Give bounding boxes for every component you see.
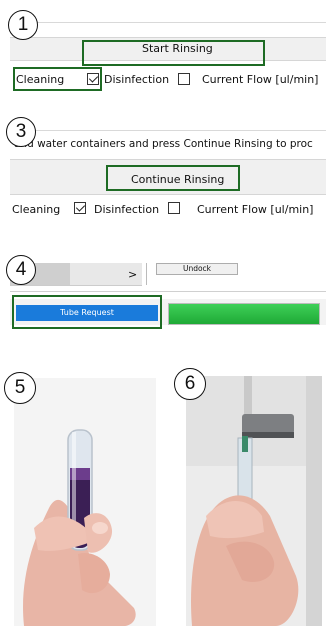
cleaning-checkbox[interactable]	[74, 202, 86, 214]
continue-rinsing-panel: and water containers and press Continue …	[10, 130, 326, 223]
current-flow-label: Current Flow [ul/min]	[202, 73, 319, 86]
cleaning-label: Cleaning	[16, 73, 65, 86]
cleaning-checkbox[interactable]	[87, 73, 99, 85]
progress-bar-track	[168, 303, 320, 325]
test-tube-photo	[14, 378, 156, 626]
rinsing-panel: Start Rinsing Cleaning Disinfection Curr…	[10, 22, 326, 91]
disinfection-checkbox[interactable]	[178, 73, 190, 85]
divider	[146, 263, 147, 285]
tube-holder-photo	[186, 376, 322, 626]
undock-label: Undock	[182, 264, 212, 273]
step-number-3: 3	[6, 117, 36, 147]
disinfection-label: Disinfection	[94, 203, 160, 216]
scroll-right-arrow[interactable]: >	[128, 268, 137, 281]
tube-request-panel: > Undock Tube Request	[10, 263, 326, 331]
progress-bar-fill	[169, 304, 319, 324]
instruction-text: and water containers and press Continue …	[14, 138, 313, 150]
step-number-1: 1	[8, 10, 38, 40]
highlight-frame	[82, 40, 265, 66]
disinfection-checkbox[interactable]	[168, 202, 180, 214]
divider	[10, 291, 326, 292]
undock-button[interactable]: Undock	[156, 263, 238, 275]
step-number-5: 5	[4, 372, 36, 404]
highlight-frame	[12, 295, 162, 329]
current-flow-label: Current Flow [ul/min]	[197, 203, 314, 216]
disinfection-label: Disinfection	[104, 73, 170, 86]
step-number-4: 4	[6, 255, 36, 285]
highlight-frame	[106, 165, 240, 191]
cleaning-label: Cleaning	[12, 203, 61, 216]
step-number-6: 6	[174, 368, 206, 400]
